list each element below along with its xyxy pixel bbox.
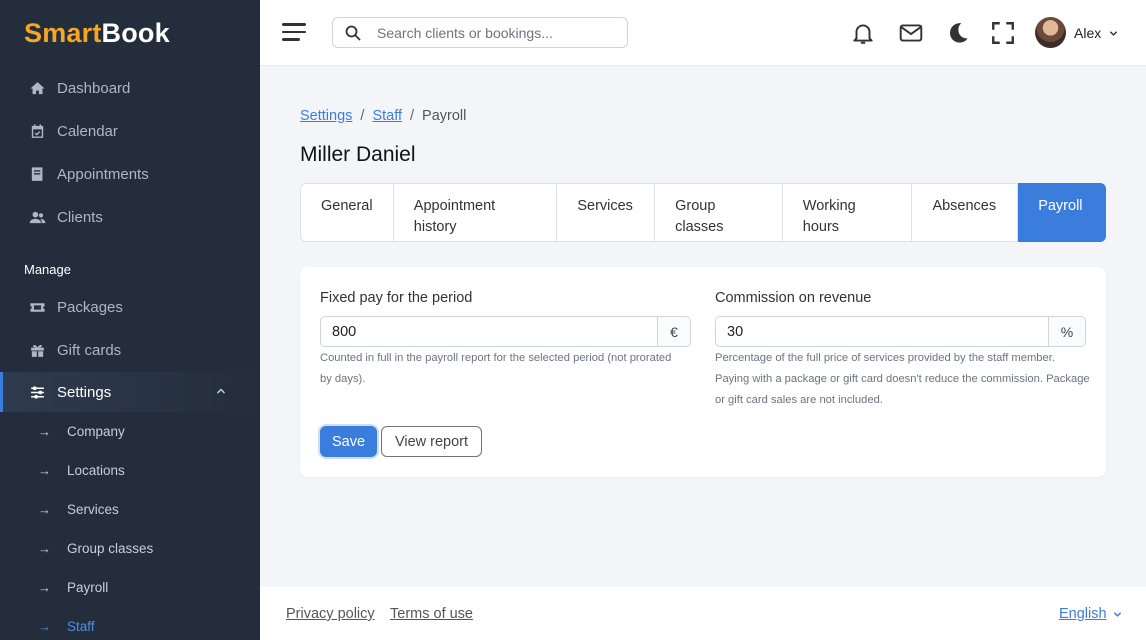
tab-label: Payroll bbox=[1038, 198, 1083, 214]
tab-absences[interactable]: Absences bbox=[912, 184, 1019, 241]
arrow-right-icon: → bbox=[38, 618, 51, 634]
breadcrumb-current: Payroll bbox=[422, 108, 467, 124]
sidebar-subitem-label: Company bbox=[67, 423, 125, 439]
sidebar-item-dashboard[interactable]: Dashboard bbox=[0, 68, 260, 108]
brand-logo-part1: Smart bbox=[24, 18, 102, 48]
breadcrumb-separator: / bbox=[410, 108, 415, 124]
book-icon bbox=[28, 165, 46, 183]
chevron-down-icon[interactable] bbox=[1109, 29, 1118, 38]
sidebar-item-appointments[interactable]: Appointments bbox=[0, 154, 260, 194]
arrow-right-icon: → bbox=[38, 501, 51, 517]
calendar-check-icon bbox=[28, 122, 46, 140]
tab-label: Absences bbox=[932, 198, 997, 214]
ticket-icon bbox=[28, 298, 46, 316]
tab-label: Appointment history bbox=[413, 198, 496, 235]
sidebar-subitem-services[interactable]: → Services bbox=[0, 494, 260, 524]
privacy-policy-link[interactable]: Privacy policy bbox=[286, 606, 375, 622]
mail-icon[interactable] bbox=[898, 20, 924, 46]
search-input[interactable] bbox=[377, 24, 607, 41]
tab-general[interactable]: General bbox=[301, 184, 394, 241]
page-title: Miller Daniel bbox=[300, 143, 416, 166]
sidebar-item-label: Calendar bbox=[57, 122, 118, 140]
view-report-button[interactable]: View report bbox=[381, 426, 482, 457]
sidebar-item-label: Clients bbox=[57, 208, 103, 226]
commission-group: % bbox=[715, 316, 1086, 347]
percent-addon: % bbox=[1048, 317, 1085, 346]
sidebar-subitem-locations[interactable]: → Locations bbox=[0, 455, 260, 485]
fixed-pay-label: Fixed pay for the period bbox=[320, 290, 473, 306]
sidebar-item-label: Packages bbox=[57, 298, 123, 316]
arrow-right-icon: → bbox=[38, 423, 51, 439]
users-icon bbox=[28, 208, 46, 226]
save-button[interactable]: Save bbox=[320, 426, 377, 457]
fixed-pay-group: € bbox=[320, 316, 691, 347]
brand-logo-part2: Book bbox=[101, 18, 170, 48]
sidebar-subitem-label: Group classes bbox=[67, 540, 154, 556]
top-header: Alex bbox=[260, 0, 1146, 66]
sidebar-item-label: Gift cards bbox=[57, 341, 122, 359]
arrow-right-icon: → bbox=[38, 462, 51, 478]
commission-input[interactable] bbox=[716, 317, 1048, 346]
sidebar-item-label: Dashboard bbox=[57, 79, 131, 97]
search-box[interactable] bbox=[332, 17, 628, 48]
tab-payroll[interactable]: Payroll bbox=[1018, 183, 1106, 242]
staff-tabs: General Appointment history Services Gro… bbox=[300, 183, 1106, 242]
fixed-pay-help: Counted in full in the payroll report fo… bbox=[320, 352, 672, 385]
tab-label: Group classes bbox=[675, 198, 724, 235]
tab-group-classes[interactable]: Group classes bbox=[655, 184, 783, 241]
sidebar-subitem-staff[interactable]: → Staff bbox=[0, 611, 260, 640]
sidebar-item-gift-cards[interactable]: Gift cards bbox=[0, 330, 260, 370]
terms-of-use-link[interactable]: Terms of use bbox=[390, 606, 473, 622]
footer: Privacy policy Terms of use English bbox=[260, 587, 1146, 640]
bell-icon[interactable] bbox=[850, 20, 876, 46]
gift-icon bbox=[28, 341, 46, 359]
breadcrumb-link-settings[interactable]: Settings bbox=[300, 108, 352, 124]
tab-label: General bbox=[321, 198, 373, 214]
language-selector[interactable]: English bbox=[1059, 606, 1107, 622]
sidebar: SmartBook Dashboard Calendar Appointment… bbox=[0, 0, 260, 640]
avatar[interactable] bbox=[1035, 17, 1066, 48]
arrow-right-icon: → bbox=[38, 540, 51, 556]
sidebar-subitem-label: Services bbox=[67, 501, 119, 517]
moon-icon[interactable] bbox=[945, 20, 971, 46]
fixed-pay-input[interactable] bbox=[321, 317, 657, 346]
sliders-icon bbox=[28, 383, 46, 401]
sidebar-subitem-label: Payroll bbox=[67, 579, 109, 595]
commission-label: Commission on revenue bbox=[715, 290, 872, 306]
tab-working-hours[interactable]: Working hours bbox=[783, 184, 913, 241]
breadcrumb: Settings / Staff / Payroll bbox=[300, 108, 466, 124]
sidebar-item-clients[interactable]: Clients bbox=[0, 197, 260, 237]
breadcrumb-link-staff[interactable]: Staff bbox=[372, 108, 402, 124]
sidebar-item-label: Settings bbox=[57, 383, 112, 401]
search-icon bbox=[345, 25, 361, 41]
tab-services[interactable]: Services bbox=[557, 184, 656, 241]
sidebar-subitem-label: Locations bbox=[67, 462, 125, 478]
sidebar-item-label: Appointments bbox=[57, 165, 149, 183]
sidebar-item-settings[interactable]: Settings bbox=[0, 372, 260, 412]
menu-icon[interactable] bbox=[282, 23, 306, 43]
brand-logo[interactable]: SmartBook bbox=[24, 18, 170, 49]
tab-label: Working hours bbox=[802, 198, 856, 235]
sidebar-subitem-group-classes[interactable]: → Group classes bbox=[0, 533, 260, 563]
breadcrumb-separator: / bbox=[360, 108, 365, 124]
user-name[interactable]: Alex bbox=[1074, 25, 1101, 41]
payroll-card: Fixed pay for the period € Counted in fu… bbox=[300, 267, 1106, 477]
commission-help: Percentage of the full price of services… bbox=[715, 352, 1090, 406]
chevron-up-icon bbox=[216, 388, 226, 394]
fullscreen-icon[interactable] bbox=[990, 20, 1016, 46]
chevron-down-icon[interactable] bbox=[1113, 610, 1122, 619]
sidebar-item-calendar[interactable]: Calendar bbox=[0, 111, 260, 151]
sidebar-section-label: Manage bbox=[24, 262, 71, 277]
sidebar-subitem-label: Staff bbox=[67, 618, 95, 634]
arrow-right-icon: → bbox=[38, 579, 51, 595]
tab-label: Services bbox=[577, 198, 633, 214]
home-icon bbox=[28, 79, 46, 97]
sidebar-subitem-payroll[interactable]: → Payroll bbox=[0, 572, 260, 602]
sidebar-item-packages[interactable]: Packages bbox=[0, 287, 260, 327]
currency-addon: € bbox=[657, 317, 690, 346]
tab-appointment-history[interactable]: Appointment history bbox=[394, 184, 558, 241]
sidebar-subitem-company[interactable]: → Company bbox=[0, 416, 260, 446]
